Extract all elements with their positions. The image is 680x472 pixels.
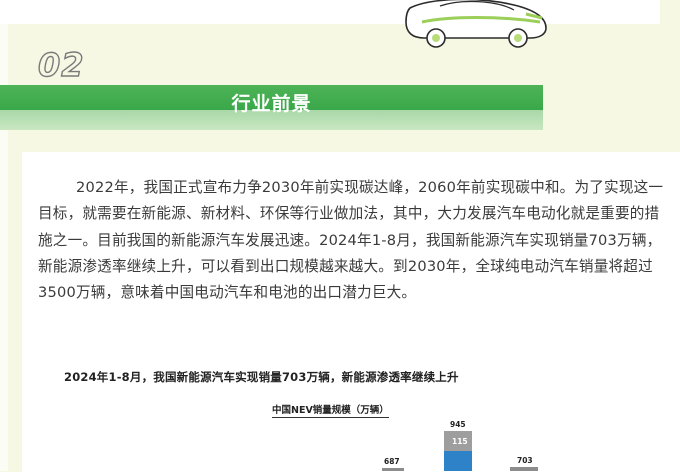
- section-title: 行业前景: [231, 93, 312, 115]
- bar-label-687: 687: [384, 457, 400, 466]
- top-white-banner: [0, 0, 660, 24]
- bar-label-945: 945: [450, 420, 466, 429]
- article-paragraph: 2022年，我国正式宣布力争2030年前实现碳达峰，2060年前实现碳中和。为了…: [38, 179, 664, 302]
- car-illustration-icon: [405, 0, 547, 48]
- section-number: 02: [37, 45, 85, 84]
- bar-3: [510, 467, 538, 471]
- chart-headline: 2024年1-8月，我国新能源汽车实现销量703万辆，新能源渗透率继续上升: [64, 370, 459, 384]
- bar-segment-label-115: 115: [452, 437, 468, 446]
- bar-label-703: 703: [517, 456, 533, 465]
- bar-2-blue-segment: [444, 451, 472, 471]
- section-header-bar: 行业前景: [0, 85, 543, 130]
- bar-chart: 687 945 115 703: [360, 415, 560, 471]
